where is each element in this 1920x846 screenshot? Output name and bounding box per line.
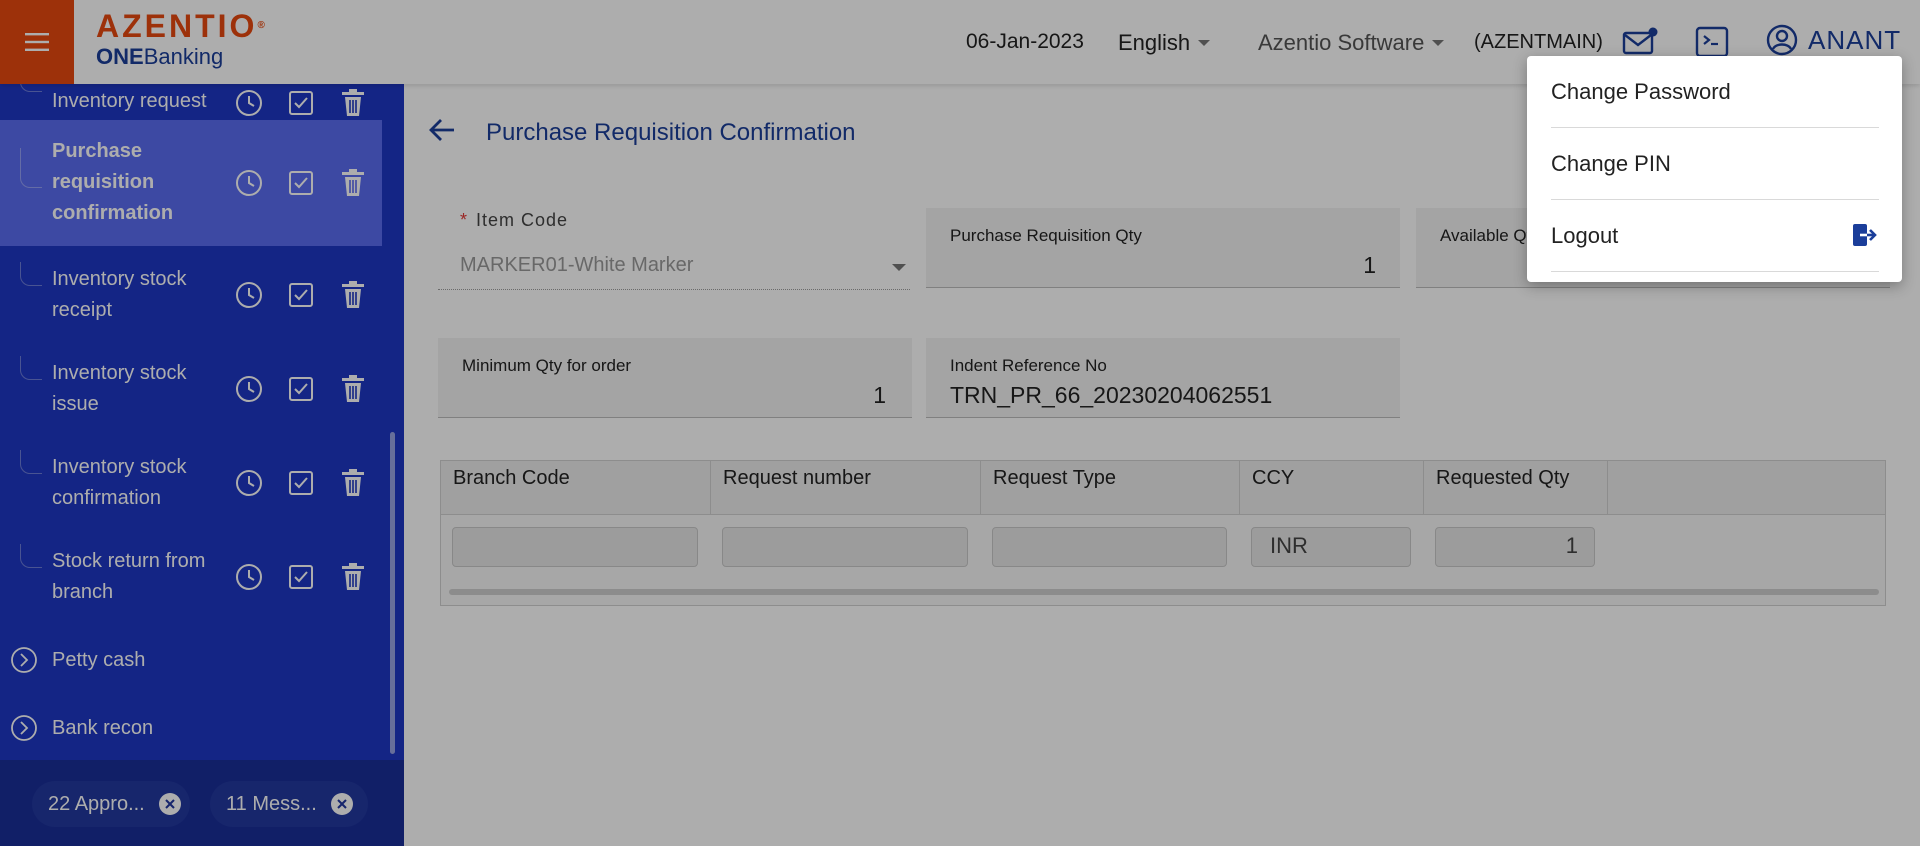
change-password-menu-item[interactable]: Change Password xyxy=(1551,56,1879,128)
logout-menu-item[interactable]: Logout xyxy=(1551,200,1879,272)
user-menu: Change Password Change PIN Logout xyxy=(1527,56,1902,282)
menu-item-label: Logout xyxy=(1551,222,1619,248)
menu-item-label: Change PIN xyxy=(1551,150,1671,176)
change-pin-menu-item[interactable]: Change PIN xyxy=(1551,128,1879,200)
menu-item-label: Change Password xyxy=(1551,78,1731,104)
logout-icon xyxy=(1853,224,1877,246)
